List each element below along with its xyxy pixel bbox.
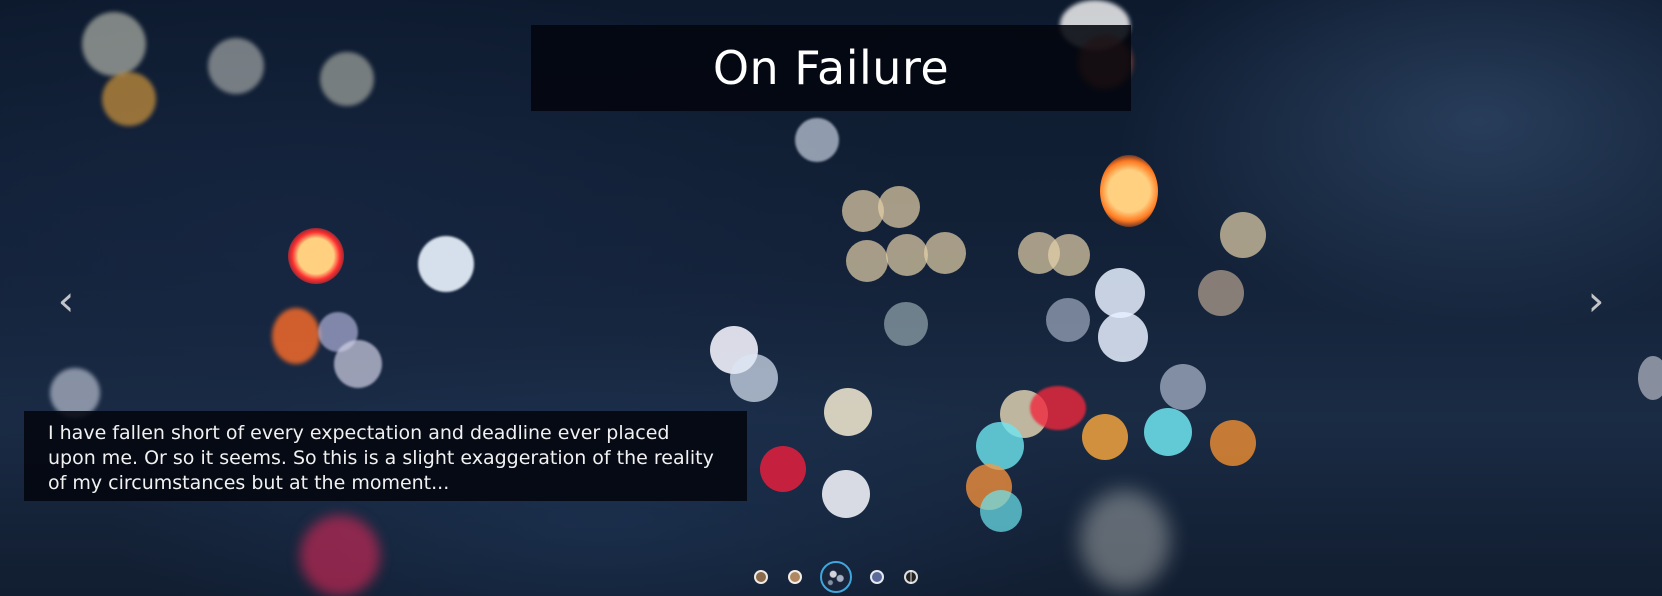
slide-title[interactable]: On Failure — [713, 41, 949, 95]
chevron-right-icon: › — [1587, 275, 1605, 325]
chevron-left-icon: ‹ — [57, 275, 75, 325]
slide-pagination — [744, 560, 928, 594]
slide-dot-1[interactable] — [754, 570, 768, 584]
slide-dot-5[interactable] — [904, 570, 918, 584]
slide-excerpt: I have fallen short of every expectation… — [48, 422, 714, 494]
slide-dot-2[interactable] — [788, 570, 802, 584]
post-slider: On Failure I have fallen short of every … — [0, 0, 1662, 596]
prev-slide-button[interactable]: ‹ — [46, 275, 86, 325]
slide-dot-3[interactable] — [820, 561, 852, 593]
slide-dot-4[interactable] — [870, 570, 884, 584]
slide-excerpt-box: I have fallen short of every expectation… — [24, 411, 747, 501]
slide-title-box[interactable]: On Failure — [531, 25, 1131, 111]
next-slide-button[interactable]: › — [1576, 275, 1616, 325]
